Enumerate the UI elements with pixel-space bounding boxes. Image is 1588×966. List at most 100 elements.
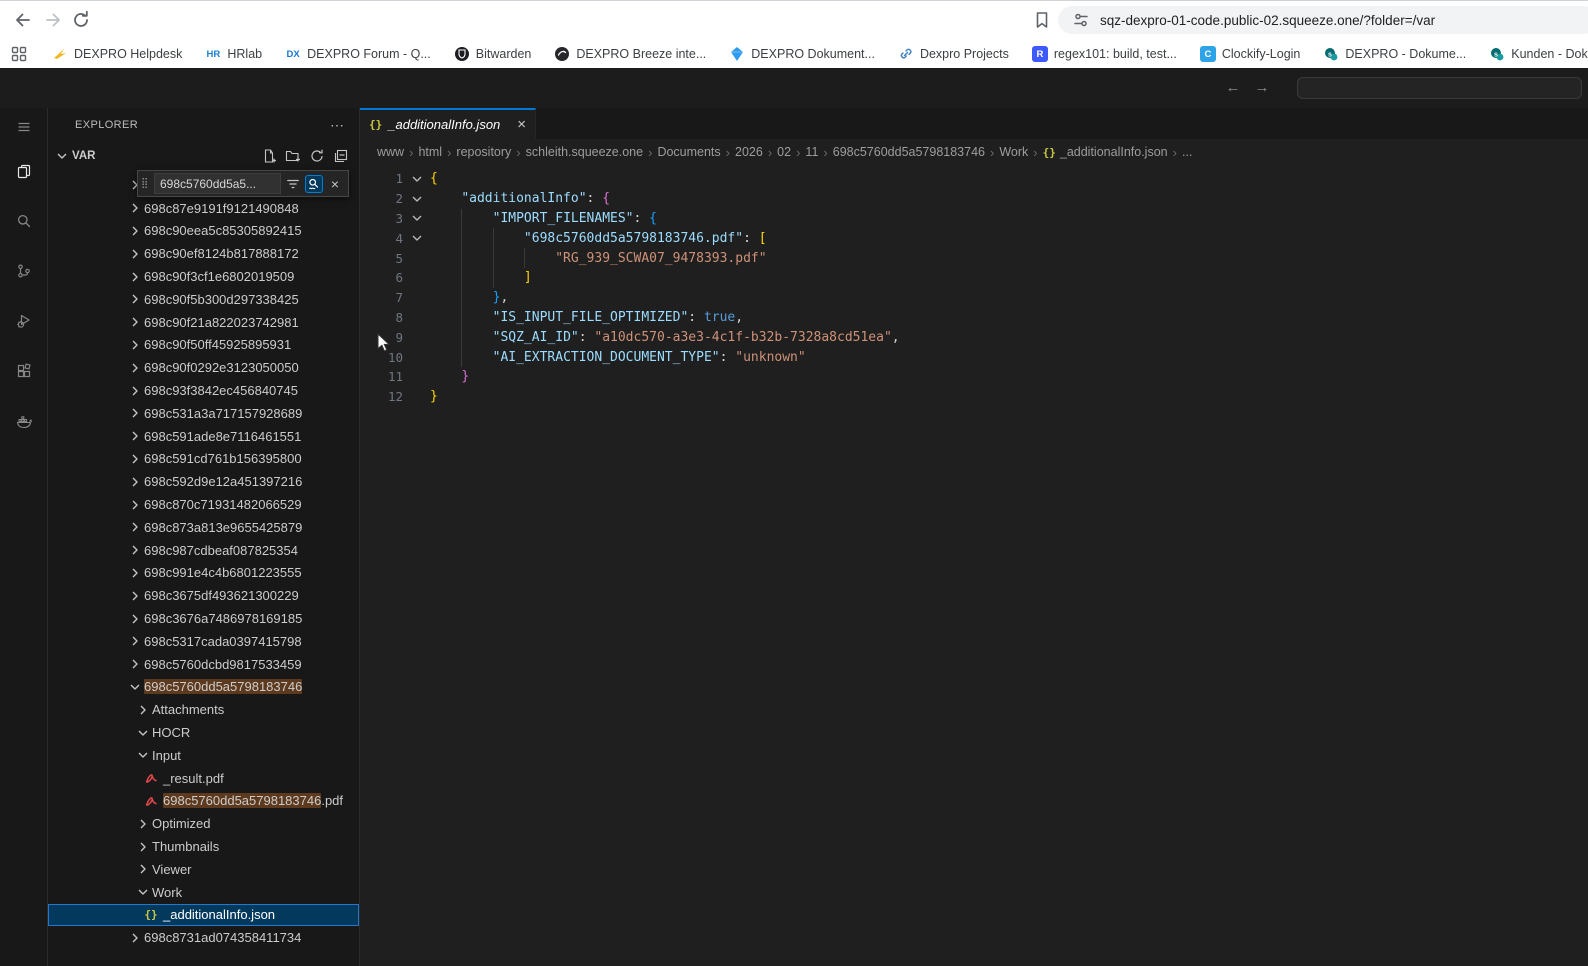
- breadcrumb-item[interactable]: 698c5760dd5a5798183746: [833, 145, 985, 159]
- tree-item[interactable]: 698c87e9191f9121490848: [48, 197, 359, 220]
- bookmark-icon[interactable]: [1032, 10, 1052, 30]
- breadcrumb-item[interactable]: schleith.squeeze.one: [526, 145, 643, 159]
- site-permissions-icon[interactable]: [1072, 11, 1090, 29]
- fold-chevron-icon[interactable]: [403, 210, 430, 226]
- tree-item[interactable]: 698c591cd761b156395800: [48, 448, 359, 471]
- bookmark-item[interactable]: Dexpro Projects: [898, 46, 1009, 62]
- tree-filter-input[interactable]: 698c5760dd5a5...: [154, 173, 281, 194]
- bookmark-item[interactable]: DEXPRO Helpdesk: [52, 46, 182, 62]
- tree-item[interactable]: 698c5760dd5a5798183746.pdf: [48, 790, 359, 813]
- editor-back-icon[interactable]: ←: [1223, 79, 1243, 96]
- breadcrumb-item[interactable]: Work: [999, 145, 1028, 159]
- tree-item[interactable]: {}_additionalInfo.json: [48, 904, 359, 927]
- tree-item[interactable]: 698c93f3842ec456840745: [48, 379, 359, 402]
- apps-grid-icon[interactable]: [10, 45, 28, 63]
- tree-item[interactable]: 698c987cdbeaf087825354: [48, 539, 359, 562]
- collapse-all-icon[interactable]: [333, 148, 349, 164]
- breadcrumb-item[interactable]: ...: [1182, 145, 1192, 159]
- breadcrumb-item[interactable]: Documents: [657, 145, 720, 159]
- tree-item[interactable]: 698c90f21a822023742981: [48, 311, 359, 334]
- tree-item[interactable]: Optimized: [48, 812, 359, 835]
- tree-item[interactable]: 698c90f3cf1e6802019509: [48, 265, 359, 288]
- bookmark-item[interactable]: DEXPRO Breeze inte...: [554, 46, 706, 62]
- activity-run-debug-icon[interactable]: [0, 296, 48, 346]
- fold-chevron-icon[interactable]: [403, 171, 430, 187]
- code-line[interactable]: 2 "additionalInfo": {: [360, 189, 1588, 209]
- tree-item[interactable]: 698c5760dcbd9817533459: [48, 653, 359, 676]
- breadcrumb-item[interactable]: 02: [777, 145, 791, 159]
- tree-item[interactable]: HOCR: [48, 721, 359, 744]
- close-icon[interactable]: ×: [326, 175, 344, 193]
- tree-item[interactable]: 698c3676a7486978169185: [48, 607, 359, 630]
- command-center-search[interactable]: [1297, 77, 1582, 99]
- tree-item[interactable]: 698c873a813e9655425879: [48, 516, 359, 539]
- bookmark-item[interactable]: Bitwarden: [454, 46, 532, 62]
- breadcrumb-item[interactable]: 2026: [735, 145, 763, 159]
- tree-item[interactable]: Work: [48, 881, 359, 904]
- fold-chevron-icon[interactable]: [403, 230, 430, 246]
- browser-back-icon[interactable]: [12, 9, 34, 31]
- tree-item[interactable]: 698c591ade8e7116461551: [48, 425, 359, 448]
- bookmark-item[interactable]: sDEXPRO - Dokume...: [1323, 46, 1466, 62]
- tree-item[interactable]: Viewer: [48, 858, 359, 881]
- code-line[interactable]: 4 "698c5760dd5a5798183746.pdf": [: [360, 228, 1588, 248]
- breadcrumb-item[interactable]: {}_additionalInfo.json: [1043, 145, 1168, 159]
- tab-close-icon[interactable]: ×: [517, 117, 526, 132]
- tree-item[interactable]: 698c8731ad074358411734: [48, 926, 359, 949]
- tree-item[interactable]: 698c5317cada0397415798: [48, 630, 359, 653]
- filter-icon[interactable]: [284, 175, 302, 193]
- activity-docker-icon[interactable]: [0, 396, 48, 446]
- tree-item[interactable]: 698c592d9e12a451397216: [48, 470, 359, 493]
- browser-forward-icon[interactable]: [42, 9, 64, 31]
- breadcrumb-item[interactable]: repository: [456, 145, 511, 159]
- code-line[interactable]: 12}: [360, 387, 1588, 407]
- tree-item[interactable]: 698c870c71931482066529: [48, 493, 359, 516]
- tree-item[interactable]: 698c90f50ff45925895931: [48, 334, 359, 357]
- code-line[interactable]: 5 "RG_939_SCWA07_9478393.pdf": [360, 248, 1588, 268]
- tree-item[interactable]: 698c90f0292e3123050050: [48, 356, 359, 379]
- code-editor[interactable]: 1{2 "additionalInfo": {3 "IMPORT_FILENAM…: [360, 165, 1588, 966]
- new-folder-icon[interactable]: [285, 148, 301, 164]
- code-line[interactable]: 3 "IMPORT_FILENAMES": {: [360, 209, 1588, 229]
- browser-reload-icon[interactable]: [70, 9, 92, 31]
- tree-item[interactable]: 698c531a3a717157928689: [48, 402, 359, 425]
- breadcrumb-item[interactable]: 11: [805, 145, 818, 159]
- code-line[interactable]: 10 "AI_EXTRACTION_DOCUMENT_TYPE": "unkno…: [360, 347, 1588, 367]
- section-header-var[interactable]: VAR: [48, 142, 359, 170]
- activity-menu-icon[interactable]: [0, 108, 48, 146]
- explorer-more-actions-icon[interactable]: ⋯: [330, 117, 345, 134]
- address-bar[interactable]: sqz-dexpro-01-code.public-02.squeeze.one…: [1058, 6, 1588, 34]
- editor-forward-icon[interactable]: →: [1252, 79, 1272, 96]
- bookmark-item[interactable]: DEXPRO Dokument...: [729, 46, 875, 62]
- code-line[interactable]: 6 ]: [360, 268, 1588, 288]
- activity-search-icon[interactable]: [0, 196, 48, 246]
- breadcrumb-item[interactable]: html: [418, 145, 442, 159]
- code-line[interactable]: 7 },: [360, 288, 1588, 308]
- tree-item[interactable]: Input: [48, 744, 359, 767]
- tree-item[interactable]: 698c5760dd5a5798183746: [48, 676, 359, 699]
- tree-item[interactable]: 698c90eea5c85305892415: [48, 220, 359, 243]
- tree-item[interactable]: Attachments: [48, 698, 359, 721]
- tree-item[interactable]: 698c991e4c4b6801223555: [48, 562, 359, 585]
- bookmark-item[interactable]: Rregex101: build, test...: [1032, 46, 1177, 62]
- tree-item[interactable]: 698c90ef8124b817888172: [48, 242, 359, 265]
- bookmark-item[interactable]: DXDEXPRO Forum - Q...: [285, 46, 431, 62]
- code-line[interactable]: 8 "IS_INPUT_FILE_OPTIMIZED": true,: [360, 308, 1588, 328]
- code-line[interactable]: 1{: [360, 169, 1588, 189]
- tree-item[interactable]: 698c90f5b300d297338425: [48, 288, 359, 311]
- bookmark-item[interactable]: sKunden - Dokumente: [1489, 46, 1588, 62]
- tree-item[interactable]: Thumbnails: [48, 835, 359, 858]
- tree-item[interactable]: 698c3675df493621300229: [48, 584, 359, 607]
- code-line[interactable]: 9 "SQZ_AI_ID": "a10dc570-a3e3-4c1f-b32b-…: [360, 327, 1588, 347]
- refresh-icon[interactable]: [309, 148, 325, 164]
- drag-grip-icon[interactable]: ⣿: [141, 179, 154, 188]
- fuzzy-match-icon[interactable]: [305, 175, 323, 193]
- tree-item[interactable]: _result.pdf: [48, 767, 359, 790]
- activity-extensions-icon[interactable]: [0, 346, 48, 396]
- activity-explorer-icon[interactable]: [0, 146, 48, 196]
- code-line[interactable]: 11 }: [360, 367, 1588, 387]
- bookmark-item[interactable]: HRHRlab: [205, 46, 262, 62]
- fold-chevron-icon[interactable]: [403, 191, 430, 207]
- bookmark-item[interactable]: CClockify-Login: [1200, 46, 1301, 62]
- breadcrumb-item[interactable]: www: [377, 145, 404, 159]
